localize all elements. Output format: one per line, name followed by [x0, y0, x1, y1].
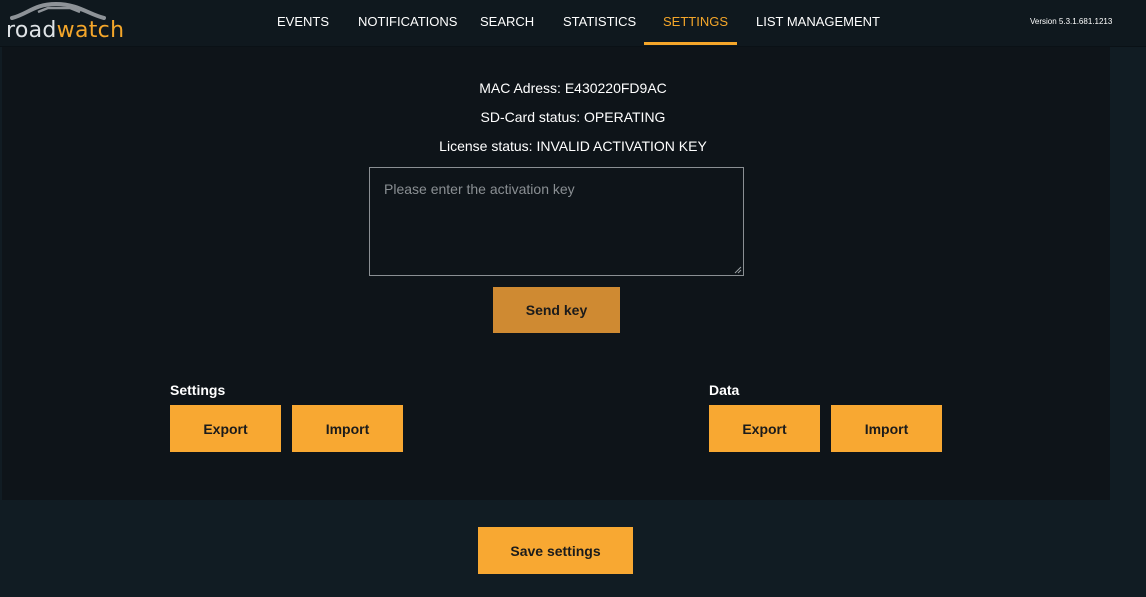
nav-item-notifications[interactable]: NOTIFICATIONS: [358, 0, 457, 46]
settings-export-button[interactable]: Export: [170, 405, 281, 452]
nav-item-settings[interactable]: SETTINGS: [663, 0, 728, 46]
data-import-button[interactable]: Import: [831, 405, 942, 452]
top-navigation-bar: roadwatch EVENTS NOTIFICATIONS SEARCH ST…: [0, 0, 1146, 47]
data-section-title: Data: [709, 382, 740, 398]
nav-item-events[interactable]: EVENTS: [277, 0, 329, 46]
sd-card-status-text: SD-Card status: OPERATING: [480, 109, 666, 125]
resize-grip-icon[interactable]: [734, 266, 742, 274]
settings-section-title: Settings: [170, 382, 226, 398]
nav-item-statistics[interactable]: STATISTICS: [563, 0, 636, 46]
license-status-text: License status: INVALID ACTIVATION KEY: [439, 138, 707, 154]
nav-item-list-management[interactable]: LIST MANAGEMENT: [756, 0, 880, 46]
activation-key-input[interactable]: [369, 167, 744, 276]
active-tab-indicator: [644, 42, 737, 45]
logo-text: roadwatch: [6, 18, 125, 43]
mac-address-text: MAC Adress: E430220FD9AC: [479, 80, 667, 96]
nav-item-search[interactable]: SEARCH: [480, 0, 534, 46]
settings-import-button[interactable]: Import: [292, 405, 403, 452]
save-settings-button[interactable]: Save settings: [478, 527, 633, 574]
data-export-button[interactable]: Export: [709, 405, 820, 452]
version-label: Version 5.3.1.681.1213: [1030, 17, 1113, 26]
send-key-button[interactable]: Send key: [493, 287, 620, 333]
roadwatch-logo[interactable]: roadwatch: [6, 2, 124, 44]
